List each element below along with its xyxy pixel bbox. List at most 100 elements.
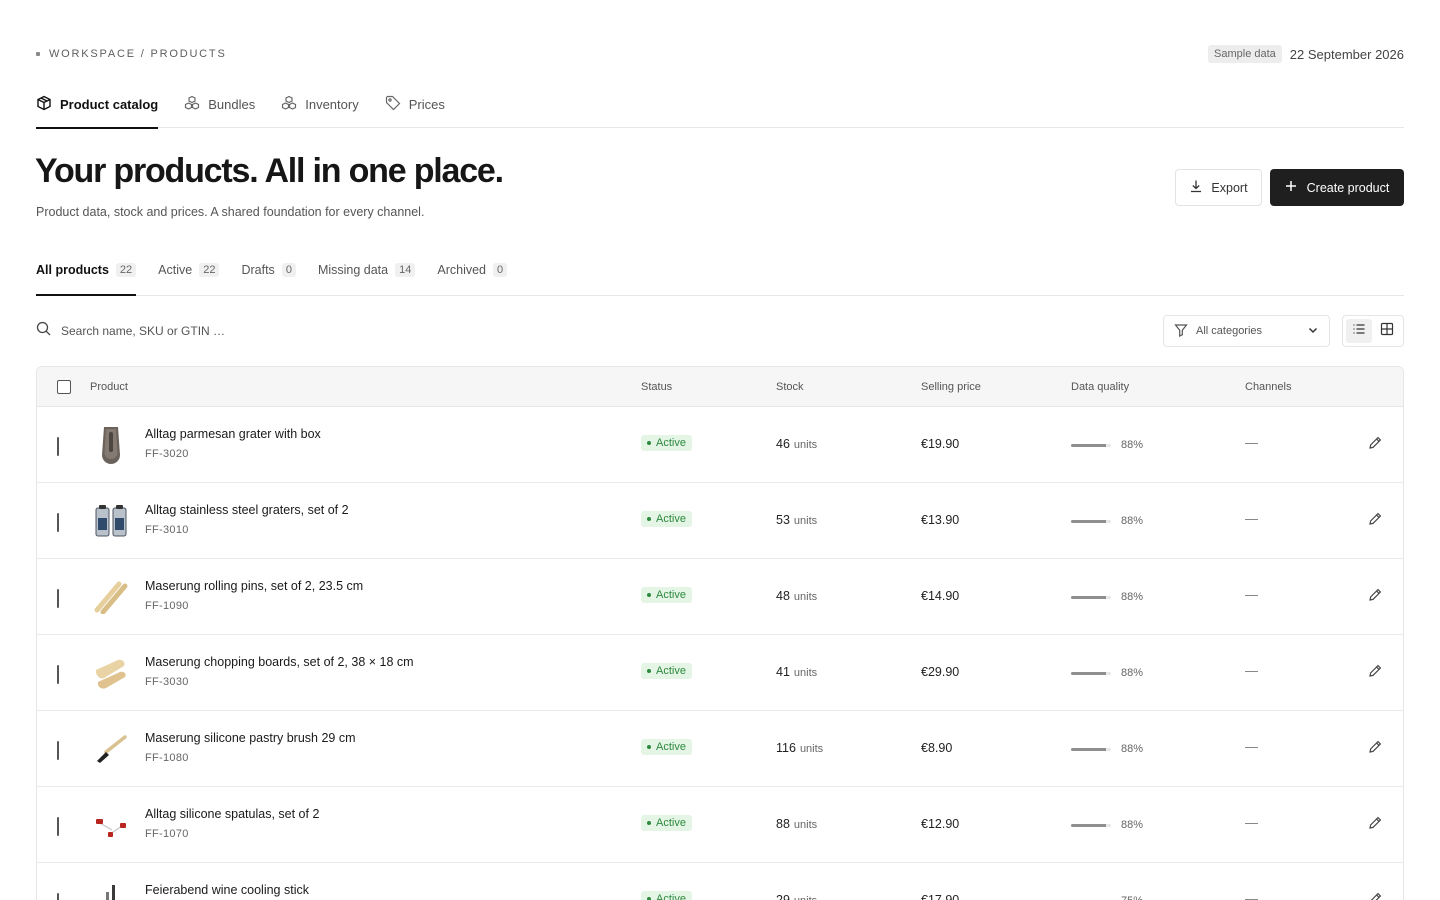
data-quality-bar xyxy=(1071,747,1111,751)
stock-cell: 53 units xyxy=(776,513,817,527)
grid-icon xyxy=(1380,322,1394,341)
tab-label: Prices xyxy=(408,96,445,112)
row-select-cell xyxy=(57,437,59,456)
filter-tab-label: All products xyxy=(36,262,109,277)
table-row[interactable]: Feierabend wine cooling stick Active 29 uni… xyxy=(37,863,1403,900)
select-all-checkbox[interactable] xyxy=(57,380,71,394)
filter-tab-archived[interactable]: Archived 0 xyxy=(437,250,508,295)
product-name[interactable]: Alltag stainless steel graters, set of 2 xyxy=(145,503,349,517)
export-label: Export xyxy=(1211,180,1248,195)
edit-product-button[interactable] xyxy=(1367,587,1383,608)
grid-view-button[interactable] xyxy=(1375,319,1401,343)
table-row[interactable]: Alltag parmesan grater with box FF-3020 Ac… xyxy=(37,407,1403,483)
tab-inventory[interactable]: Inventory xyxy=(281,84,359,128)
channels-cell: — xyxy=(1245,663,1258,678)
bundle-icon xyxy=(184,95,200,114)
status-dot xyxy=(647,821,651,825)
status-label: Active xyxy=(656,893,686,900)
filter-icon xyxy=(1174,323,1188,340)
column-header-data-quality[interactable]: Data quality xyxy=(1071,367,1129,407)
column-header-product[interactable]: Product xyxy=(90,367,128,407)
row-checkbox[interactable] xyxy=(57,817,59,836)
data-quality-value: 88% xyxy=(1121,667,1144,679)
selling-price: €14.90 xyxy=(921,589,960,603)
column-header-stock[interactable]: Stock xyxy=(776,367,804,407)
data-quality-cell: 88% xyxy=(1071,819,1143,831)
pencil-icon xyxy=(1367,588,1383,607)
edit-product-button[interactable] xyxy=(1367,663,1383,684)
edit-product-button[interactable] xyxy=(1367,511,1383,532)
product-name[interactable]: Maserung silicone pastry brush 29 cm xyxy=(145,731,356,745)
product-thumbnail xyxy=(91,423,131,467)
product-name[interactable]: Alltag silicone spatulas, set of 2 xyxy=(145,807,319,821)
stock-unit: units xyxy=(793,667,818,679)
edit-product-button[interactable] xyxy=(1367,891,1383,900)
row-checkbox[interactable] xyxy=(57,741,59,760)
chevron-down-icon xyxy=(1307,324,1319,339)
tab-bundles[interactable]: Bundles xyxy=(184,84,255,128)
selling-price: €17.90 xyxy=(921,893,960,900)
product-name[interactable]: Feierabend wine cooling stick xyxy=(145,883,309,897)
pencil-icon xyxy=(1367,436,1383,455)
stock-unit: units xyxy=(793,591,818,603)
table-row[interactable]: Maserung chopping boards, set of 2, 38 ×… xyxy=(37,635,1403,711)
stock-unit: units xyxy=(793,819,818,831)
product-thumbnail xyxy=(91,651,131,695)
selling-price: €29.90 xyxy=(921,665,960,679)
column-header-channels[interactable]: Channels xyxy=(1245,367,1291,407)
export-button[interactable]: Export xyxy=(1175,169,1262,206)
edit-product-button[interactable] xyxy=(1367,815,1383,836)
column-header-status[interactable]: Status xyxy=(641,367,672,407)
table-row[interactable]: Alltag silicone spatulas, set of 2 FF-107… xyxy=(37,787,1403,863)
product-thumbnail xyxy=(91,727,131,771)
row-select-cell xyxy=(57,513,59,532)
table-row[interactable]: Alltag stainless steel graters, set of 2… xyxy=(37,483,1403,559)
table-row[interactable]: Maserung silicone pastry brush 29 cm FF-1… xyxy=(37,711,1403,787)
column-header-selling-price[interactable]: Selling price xyxy=(921,367,981,407)
create-product-button[interactable]: Create product xyxy=(1270,169,1404,206)
current-date: 22 September 2026 xyxy=(1289,46,1404,62)
data-quality-bar-fill xyxy=(1071,595,1107,599)
stock-value: 46 xyxy=(776,437,790,451)
product-name[interactable]: Maserung chopping boards, set of 2, 38 ×… xyxy=(145,655,414,669)
status-badge: Active xyxy=(641,739,692,755)
filter-tab-count: 0 xyxy=(493,262,508,277)
stock-unit: units xyxy=(799,743,824,755)
edit-product-button[interactable] xyxy=(1367,739,1383,760)
table-header: Product Status Stock Selling price Data … xyxy=(37,367,1403,407)
search-input[interactable] xyxy=(61,324,361,338)
product-sku: FF-3020 xyxy=(145,448,189,460)
tab-product-catalog[interactable]: Product catalog xyxy=(36,84,159,129)
search-bar xyxy=(36,320,436,342)
filter-tab-all-products[interactable]: All products 22 xyxy=(36,250,137,296)
row-checkbox[interactable] xyxy=(57,513,59,532)
pencil-icon xyxy=(1367,740,1383,759)
list-view-button[interactable] xyxy=(1346,319,1372,343)
breadcrumb-bullet xyxy=(36,52,40,56)
product-sku: FF-3010 xyxy=(145,524,189,536)
filter-tab-drafts[interactable]: Drafts 0 xyxy=(241,250,296,295)
row-checkbox[interactable] xyxy=(57,665,59,684)
row-checkbox[interactable] xyxy=(57,589,59,608)
channels-cell: — xyxy=(1245,435,1258,450)
row-checkbox[interactable] xyxy=(57,437,59,456)
filter-tab-active[interactable]: Active 22 xyxy=(158,250,220,295)
stock-cell: 46 units xyxy=(776,437,817,451)
category-filter-select[interactable]: All categories xyxy=(1163,315,1330,347)
channels-cell: — xyxy=(1245,739,1258,754)
selling-price: €19.90 xyxy=(921,437,960,451)
status-dot xyxy=(647,593,651,597)
channels-cell: — xyxy=(1245,815,1258,830)
status-dot xyxy=(647,517,651,521)
tab-prices[interactable]: Prices xyxy=(385,84,445,128)
table-body: Alltag parmesan grater with box FF-3020 Ac… xyxy=(37,407,1403,900)
row-checkbox[interactable] xyxy=(57,893,59,900)
product-name[interactable]: Alltag parmesan grater with box xyxy=(145,427,321,441)
data-quality-cell: 88% xyxy=(1071,667,1143,679)
edit-product-button[interactable] xyxy=(1367,435,1383,456)
table-row[interactable]: Maserung rolling pins, set of 2, 23.5 cm… xyxy=(37,559,1403,635)
product-name[interactable]: Maserung rolling pins, set of 2, 23.5 cm xyxy=(145,579,363,593)
pencil-icon xyxy=(1367,892,1383,900)
data-quality-bar-fill xyxy=(1071,519,1107,523)
filter-tab-missing-data[interactable]: Missing data 14 xyxy=(318,250,416,295)
